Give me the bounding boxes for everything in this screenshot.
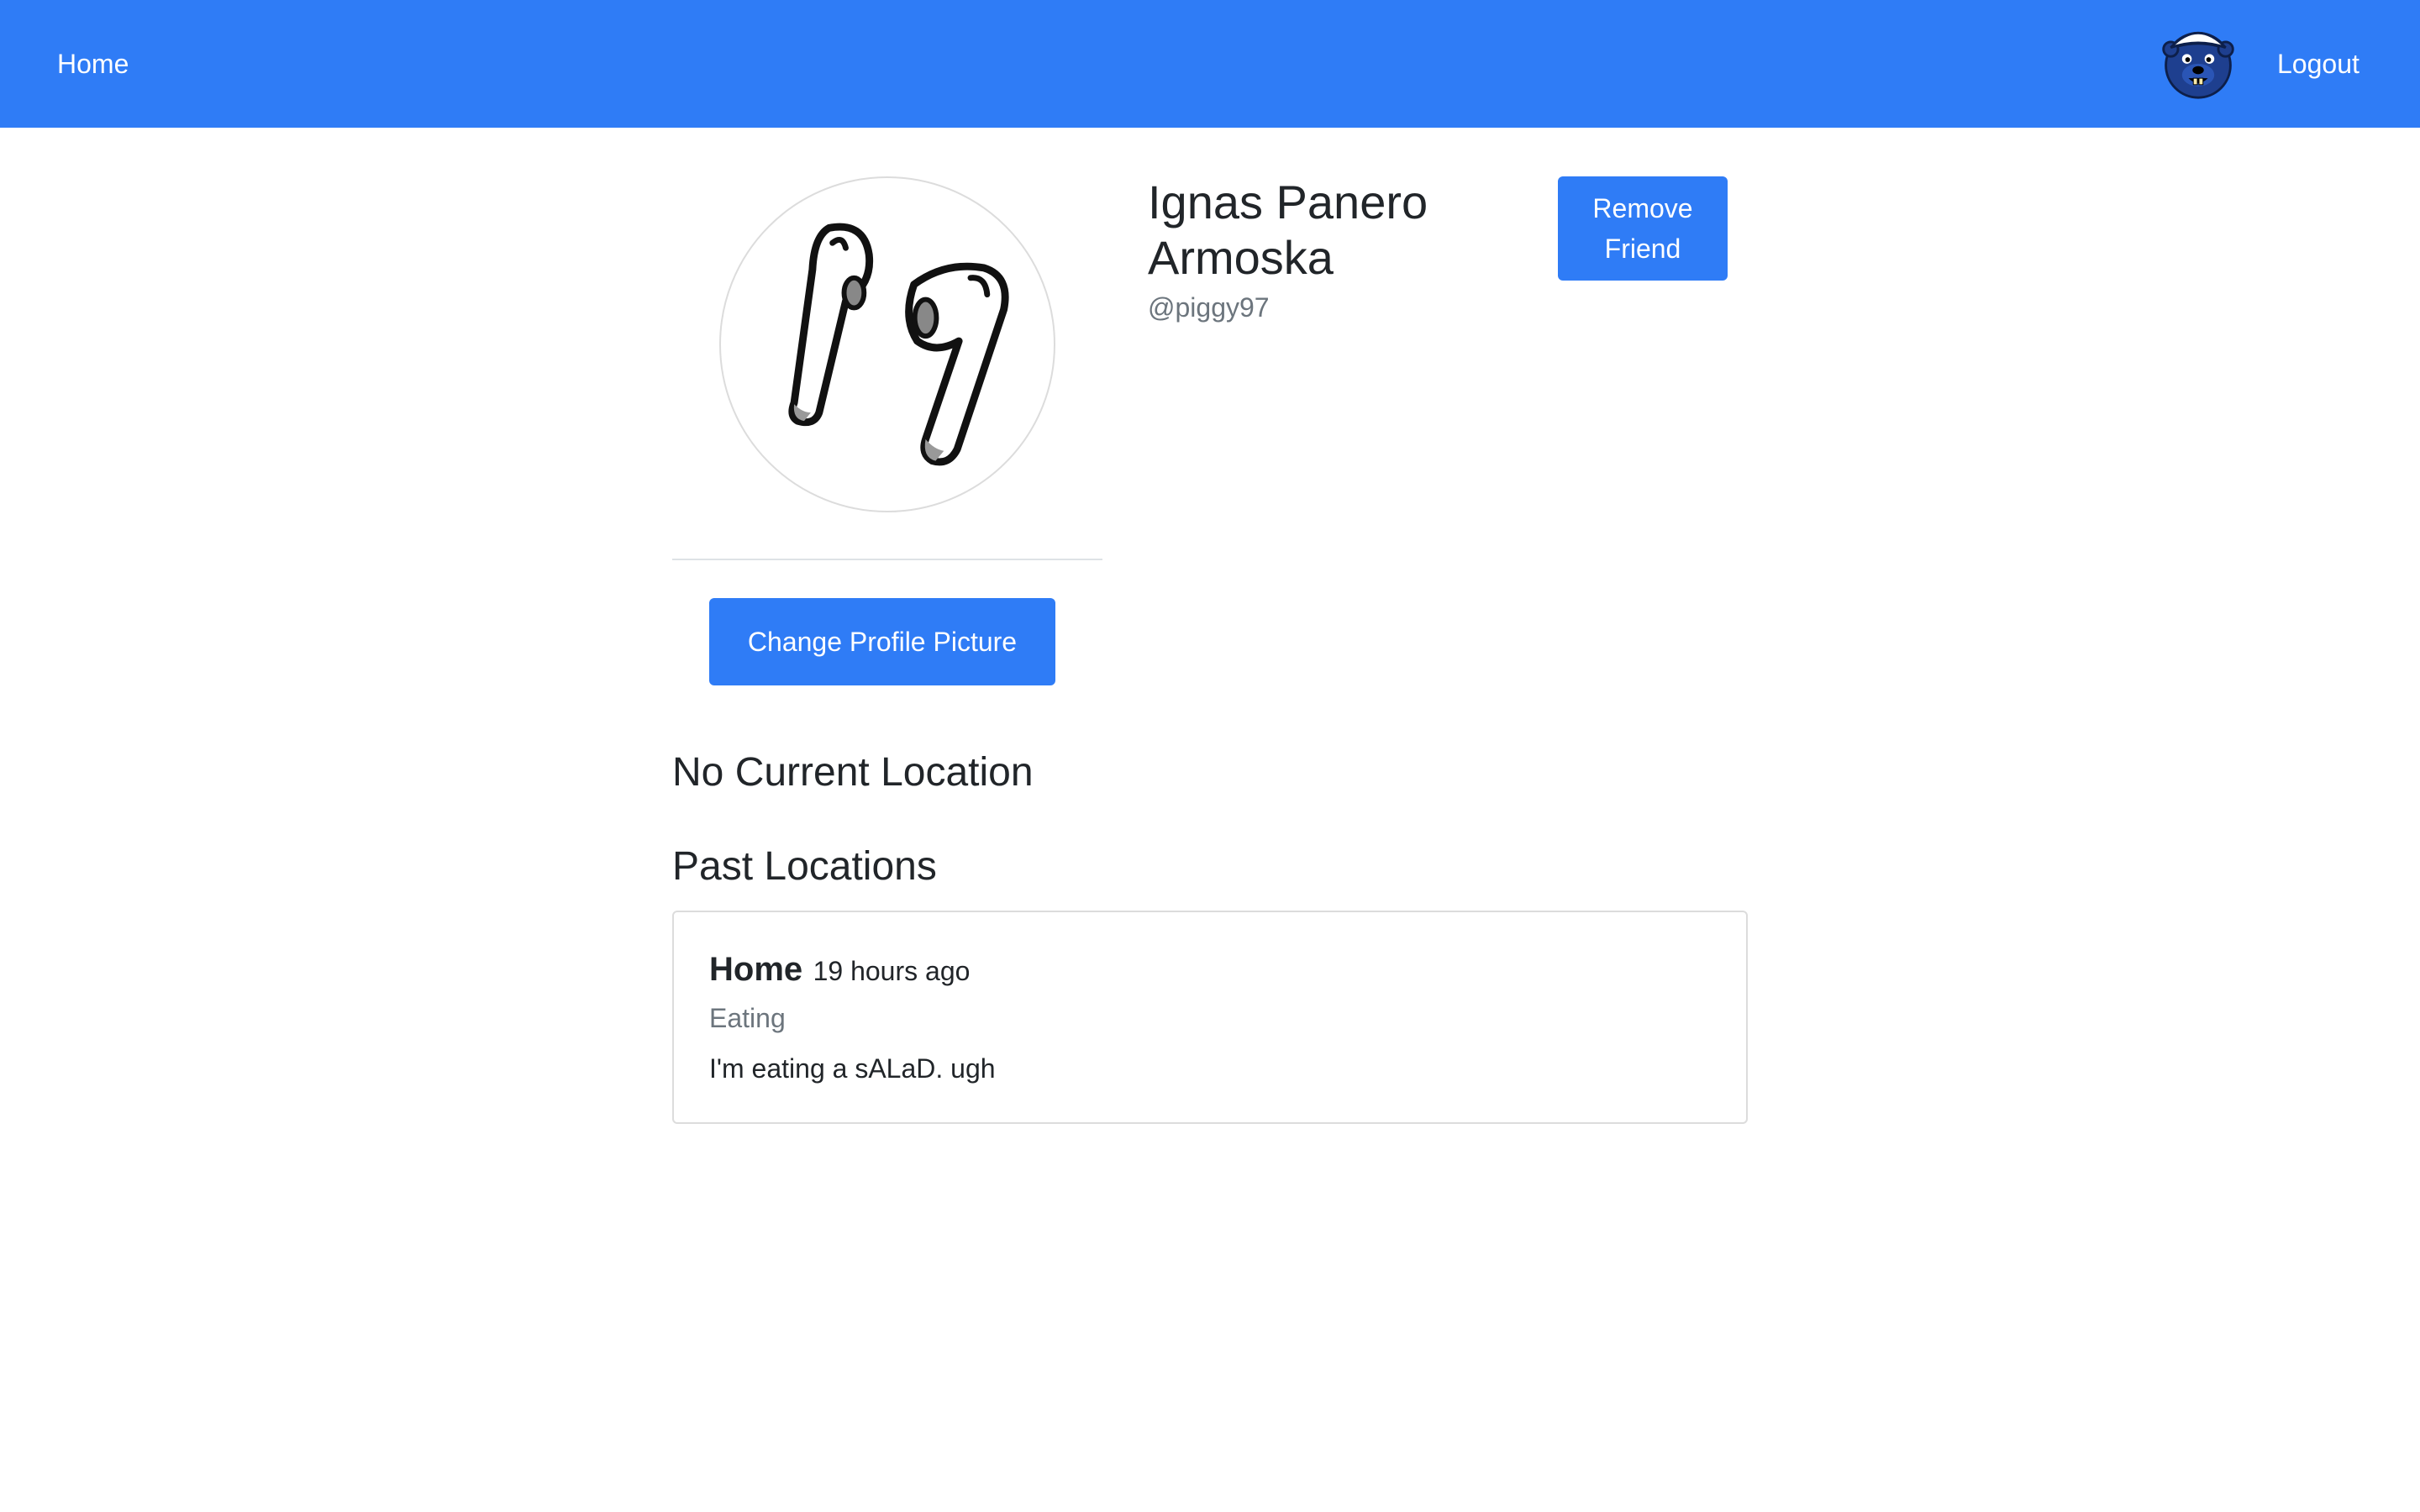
location-time: 19 hours ago xyxy=(813,956,971,986)
location-place: Home xyxy=(709,951,803,988)
past-locations-heading: Past Locations xyxy=(672,844,937,889)
top-navbar: Home Logout xyxy=(0,0,2420,128)
earbuds-drawing-icon xyxy=(788,223,1009,466)
profile-handle: @piggy97 xyxy=(1148,292,1270,323)
profile-name: Ignas Panero Armoska xyxy=(1148,176,1428,284)
profile-divider xyxy=(672,559,1102,560)
location-title-row: Home 19 hours ago xyxy=(709,949,970,991)
beaver-mascot-icon[interactable] xyxy=(2158,20,2238,101)
past-location-card: Home 19 hours ago Eating I'm eating a sA… xyxy=(672,911,1748,1124)
location-note: I'm eating a sALaD. ugh xyxy=(709,1053,996,1084)
logout-link[interactable]: Logout xyxy=(2277,44,2360,84)
location-activity: Eating xyxy=(709,1003,786,1033)
profile-picture xyxy=(719,176,1055,512)
current-location-heading: No Current Location xyxy=(672,750,1034,795)
remove-friend-button[interactable]: Remove Friend xyxy=(1558,176,1728,281)
nav-home-link[interactable]: Home xyxy=(57,44,129,84)
change-profile-picture-button[interactable]: Change Profile Picture xyxy=(709,598,1055,685)
